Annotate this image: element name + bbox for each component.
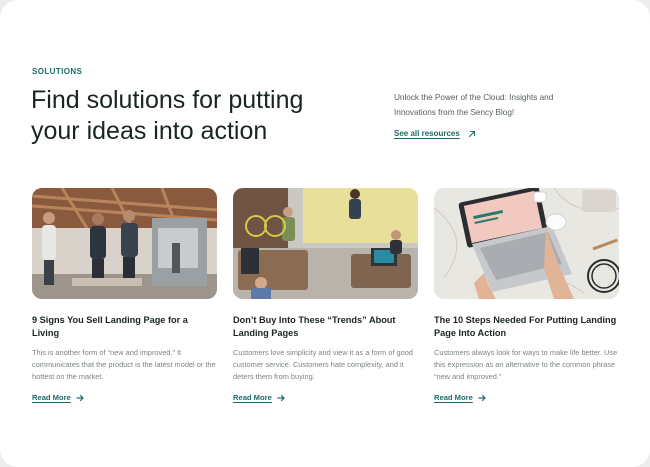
card-title[interactable]: The 10 Steps Needed For Putting Landing … <box>434 314 619 340</box>
blog-card[interactable]: 9 Signs You Sell Landing Page for a Livi… <box>32 188 217 402</box>
card-excerpt: Customers always look for ways to make l… <box>434 348 618 381</box>
blog-card[interactable]: Don’t Buy Into These “Trends” About Land… <box>233 188 418 402</box>
card-title[interactable]: Don’t Buy Into These “Trends” About Land… <box>233 314 418 340</box>
office-overhead-photo <box>233 188 418 299</box>
card-excerpt: Customers love simplicity and view it as… <box>233 348 413 381</box>
laptop-desk-photo <box>434 188 619 299</box>
section-headline: Find solutions for putting your ideas in… <box>31 85 351 147</box>
section-eyebrow: SOLUTIONS <box>32 67 83 76</box>
workshop-team-photo <box>32 188 217 299</box>
headline-line-1: Find solutions for putting <box>31 86 304 114</box>
read-more-link[interactable]: Read More <box>233 393 418 402</box>
card-title[interactable]: 9 Signs You Sell Landing Page for a Livi… <box>32 314 217 340</box>
arrow-right-icon <box>76 394 84 401</box>
headline-line-2: your ideas into action <box>31 117 268 145</box>
solutions-section: SOLUTIONS Find solutions for putting you… <box>0 0 650 467</box>
arrow-right-icon <box>277 394 285 401</box>
read-more-link[interactable]: Read More <box>434 393 619 402</box>
read-more-link[interactable]: Read More <box>32 393 217 402</box>
section-intro: Unlock the Power of the Cloud: Insights … <box>394 93 554 117</box>
see-all-resources-link[interactable]: See all resources <box>394 129 476 138</box>
read-more-label: Read More <box>233 393 272 402</box>
blog-card-list: 9 Signs You Sell Landing Page for a Livi… <box>32 188 620 418</box>
read-more-label: Read More <box>434 393 473 402</box>
read-more-label: Read More <box>32 393 71 402</box>
arrow-up-right-icon <box>468 130 475 137</box>
card-excerpt: This is another form of “new and improve… <box>32 348 216 381</box>
arrow-right-icon <box>478 394 486 401</box>
see-all-label: See all resources <box>394 129 460 138</box>
blog-card[interactable]: The 10 Steps Needed For Putting Landing … <box>434 188 619 402</box>
